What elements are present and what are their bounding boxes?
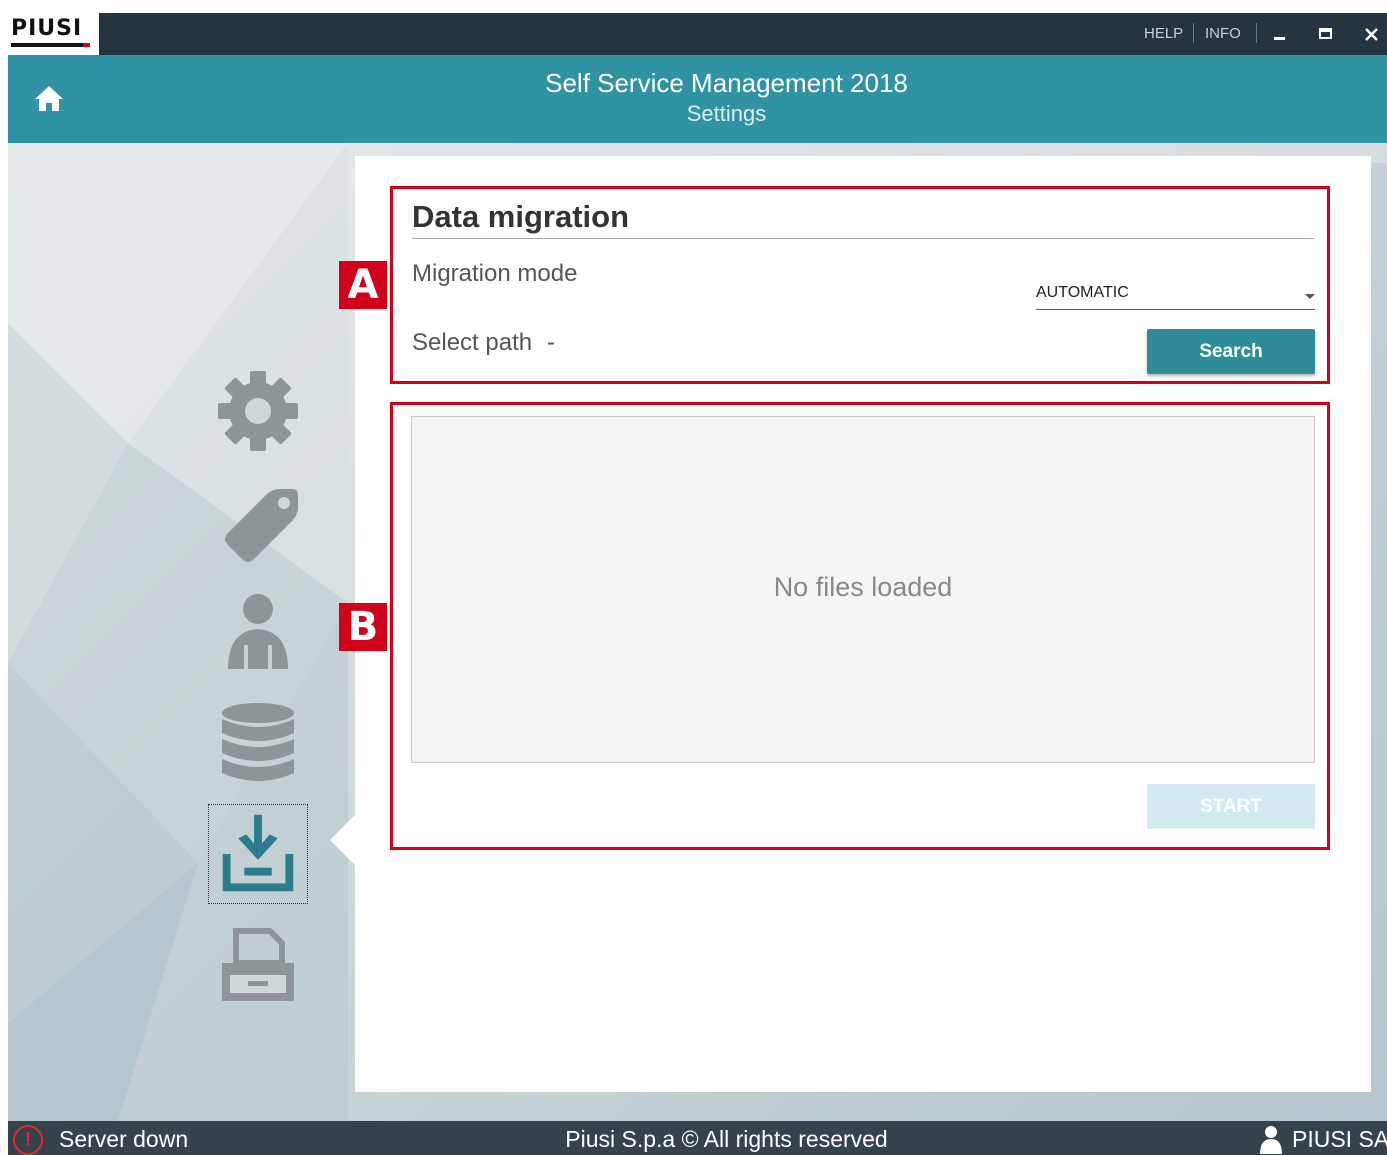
search-button[interactable]: Search xyxy=(1147,329,1315,374)
annotation-label-a: A xyxy=(339,261,387,309)
chevron-down-icon xyxy=(1305,294,1315,299)
active-pointer xyxy=(330,813,357,867)
maximize-button[interactable] xyxy=(1310,19,1340,49)
sidebar-item-data-migration[interactable] xyxy=(208,804,308,904)
divider xyxy=(1256,23,1257,43)
help-link[interactable]: HELP xyxy=(1144,25,1183,42)
minimize-button[interactable] xyxy=(1264,19,1294,49)
sidebar-item-database[interactable] xyxy=(208,693,308,793)
database-icon xyxy=(222,703,294,781)
copyright-text: Piusi S.p.a © All rights reserved xyxy=(565,1126,888,1152)
sidebar-item-tags[interactable] xyxy=(208,471,308,571)
sidebar-item-settings[interactable] xyxy=(208,361,308,461)
migration-mode-label: Migration mode xyxy=(412,260,578,287)
app-window: PIUSI HELP INFO Self Service Management … xyxy=(8,13,1387,1155)
app-title: Self Service Management 2018 xyxy=(545,68,908,98)
gear-icon xyxy=(218,371,298,451)
logo-underline xyxy=(11,43,89,47)
tag-icon xyxy=(225,489,298,562)
page-subtitle: Settings xyxy=(686,101,767,126)
title-divider xyxy=(412,238,1314,239)
user-icon xyxy=(228,594,288,669)
close-icon xyxy=(1365,28,1378,41)
download-tray-icon xyxy=(222,814,294,892)
minimize-icon xyxy=(1274,37,1285,40)
logo-accent xyxy=(83,43,90,47)
migration-mode-value: AUTOMATIC xyxy=(1036,284,1129,301)
logo-text: PIUSI xyxy=(11,16,83,41)
select-path-label: Select path xyxy=(412,329,533,356)
app-header: Self Service Management 2018 Settings xyxy=(8,55,1387,143)
status-bar: ! Server down Piusi S.p.a © All rights r… xyxy=(8,1121,1387,1155)
annotation-label-b: B xyxy=(339,603,387,651)
empty-state-text: No files loaded xyxy=(773,572,953,602)
current-user[interactable]: PIUSI SAT xyxy=(1292,1126,1387,1153)
migration-mode-select[interactable]: AUTOMATIC xyxy=(1036,268,1315,310)
select-path-value: - xyxy=(547,329,555,356)
start-button[interactable]: START xyxy=(1147,784,1315,829)
maximize-icon xyxy=(1319,28,1332,39)
title-bar: PIUSI HELP INFO xyxy=(8,13,1387,55)
divider xyxy=(1193,23,1194,43)
close-button[interactable] xyxy=(1356,19,1386,49)
user-icon xyxy=(1260,1126,1282,1154)
sidebar-item-printer[interactable] xyxy=(208,919,308,1019)
info-link[interactable]: INFO xyxy=(1205,25,1241,42)
printer-icon xyxy=(222,928,294,1001)
piusi-logo: PIUSI xyxy=(8,13,99,55)
sidebar-item-users[interactable] xyxy=(208,581,308,681)
section-title: Data migration xyxy=(412,199,630,234)
files-list: No files loaded xyxy=(411,416,1315,763)
